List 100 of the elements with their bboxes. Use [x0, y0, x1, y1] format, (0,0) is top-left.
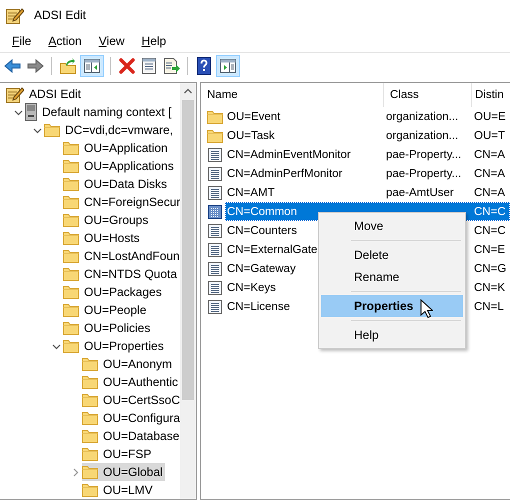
folder-up-icon	[59, 57, 77, 75]
properties-icon	[140, 57, 158, 75]
tree-item[interactable]: CN=ForeignSecur	[63, 193, 180, 211]
tree-item[interactable]: CN=LostAndFoun	[63, 247, 180, 265]
table-cell[interactable]: CN=AdminEventMonitor	[225, 148, 351, 160]
table-cell[interactable]: OU=Task	[225, 130, 275, 142]
menu-item[interactable]: Rename	[321, 266, 463, 288]
column-header[interactable]: Distin	[472, 83, 510, 107]
back-arrow-icon	[4, 57, 22, 75]
table-cell-text: CN=A	[473, 148, 505, 160]
table-cell-text: CN=K	[473, 282, 505, 294]
document-list-icon	[208, 242, 222, 256]
menu-item[interactable]: Move	[321, 215, 463, 237]
window-panel-button[interactable]	[80, 55, 104, 77]
scroll-thumb[interactable]	[182, 100, 194, 400]
table-cell-text: organization...	[385, 110, 458, 122]
table-cell[interactable]: CN=Gateway	[225, 262, 296, 274]
folder-icon	[82, 447, 98, 461]
menu-item[interactable]: Help	[321, 324, 463, 346]
server-icon	[25, 103, 37, 121]
folder-icon	[63, 213, 79, 227]
document-list-icon	[208, 204, 222, 218]
table-cell[interactable]: CN=Common	[225, 206, 297, 218]
tree-item[interactable]: Default naming context [	[25, 103, 174, 121]
tree-item[interactable]: DC=vdi,dc=vmware,	[44, 121, 176, 139]
table-cell-text: CN=A	[473, 186, 505, 198]
menu-item[interactable]: File	[6, 32, 38, 50]
table-cell[interactable]: CN=ExternalGate	[225, 244, 318, 256]
tree-item[interactable]: OU=Authentic	[82, 373, 180, 391]
table-cell[interactable]: CN=Counters	[225, 224, 297, 236]
delete-button[interactable]	[117, 55, 137, 77]
document-list-icon	[208, 186, 222, 200]
folder-icon	[82, 429, 98, 443]
tree-item[interactable]: OU=Configura	[82, 409, 180, 427]
table-cell-text: pae-Property...	[385, 168, 462, 180]
document-list-icon	[208, 224, 222, 238]
folder-icon	[63, 177, 79, 191]
table-cell[interactable]: CN=Keys	[225, 282, 276, 294]
tree-item[interactable]: OU=LMV	[82, 481, 155, 499]
tree-item[interactable]: OU=Application	[63, 139, 170, 157]
folder-icon	[63, 249, 79, 263]
folder-icon	[63, 141, 79, 155]
tree-item[interactable]: OU=FSP	[82, 445, 154, 463]
tree-item[interactable]: OU=Anonym	[82, 355, 174, 373]
folder-icon	[82, 393, 98, 407]
folder-icon	[44, 123, 60, 137]
window-title: ADSI Edit	[34, 8, 86, 22]
folder-icon	[63, 339, 79, 353]
folder-icon	[207, 128, 223, 142]
chevron-icon[interactable]	[14, 108, 23, 116]
tree-item[interactable]: OU=Policies	[63, 319, 152, 337]
folder-icon	[82, 483, 98, 497]
export-list-icon	[162, 57, 180, 75]
help-button[interactable]	[194, 55, 214, 77]
table-cell-text: pae-AmtUser	[385, 186, 454, 198]
tree-item[interactable]: OU=Properties	[63, 337, 166, 355]
tree-item[interactable]: OU=Data Disks	[63, 175, 170, 193]
document-list-icon	[208, 262, 222, 276]
properties-button[interactable]	[139, 55, 159, 77]
table-cell-text: CN=L	[473, 300, 504, 312]
window-panel-icon	[83, 57, 101, 75]
menu-item[interactable]: Help	[136, 32, 172, 50]
folder-icon	[82, 411, 98, 425]
folder-icon	[207, 110, 223, 124]
document-list-icon	[208, 300, 222, 314]
chevron-icon[interactable]	[52, 342, 61, 350]
window-panel-button[interactable]	[216, 55, 240, 77]
tree-item[interactable]: OU=Database	[82, 427, 180, 445]
folder-icon	[82, 375, 98, 389]
mouse-pointer-icon	[420, 299, 433, 319]
table-cell[interactable]: OU=Event	[225, 110, 280, 122]
menu-item[interactable]: Delete	[321, 244, 463, 266]
tree-item[interactable]: CN=NTDS Quota	[63, 265, 180, 283]
tree-item[interactable]: OU=Applications	[63, 157, 176, 175]
table-cell[interactable]: CN=AMT	[225, 186, 275, 198]
export-list-button[interactable]	[161, 55, 181, 77]
document-list-icon	[208, 280, 222, 294]
folder-icon	[63, 303, 79, 317]
folder-up-button[interactable]	[58, 55, 78, 77]
tree-item[interactable]: OU=CertSsoC	[82, 391, 180, 409]
chevron-icon[interactable]	[33, 126, 42, 134]
scroll-bar[interactable]	[180, 83, 196, 499]
table-cell-text: CN=G	[473, 262, 506, 274]
menu-item[interactable]: Action	[42, 32, 88, 50]
tree-item[interactable]: OU=People	[63, 301, 148, 319]
notepad-pencil-icon	[6, 6, 24, 24]
table-cell-text: CN=E	[473, 244, 505, 256]
table-cell[interactable]: CN=AdminPerfMonitor	[225, 168, 342, 180]
tree-item[interactable]: OU=Packages	[63, 283, 164, 301]
menu-item[interactable]: Properties	[321, 295, 463, 317]
menu-item[interactable]: View	[92, 32, 131, 50]
tree-item[interactable]: OU=Groups	[63, 211, 150, 229]
tree-item[interactable]: ADSI Edit	[6, 85, 84, 103]
column-header[interactable]: Class	[384, 83, 472, 107]
table-cell[interactable]: CN=License	[225, 300, 290, 312]
table-cell-text: CN=A	[473, 168, 505, 180]
tree-item[interactable]: OU=Hosts	[63, 229, 142, 247]
tree-item[interactable]: OU=Global	[82, 463, 165, 481]
column-header[interactable]: Name	[201, 83, 384, 107]
folder-icon	[63, 267, 79, 281]
